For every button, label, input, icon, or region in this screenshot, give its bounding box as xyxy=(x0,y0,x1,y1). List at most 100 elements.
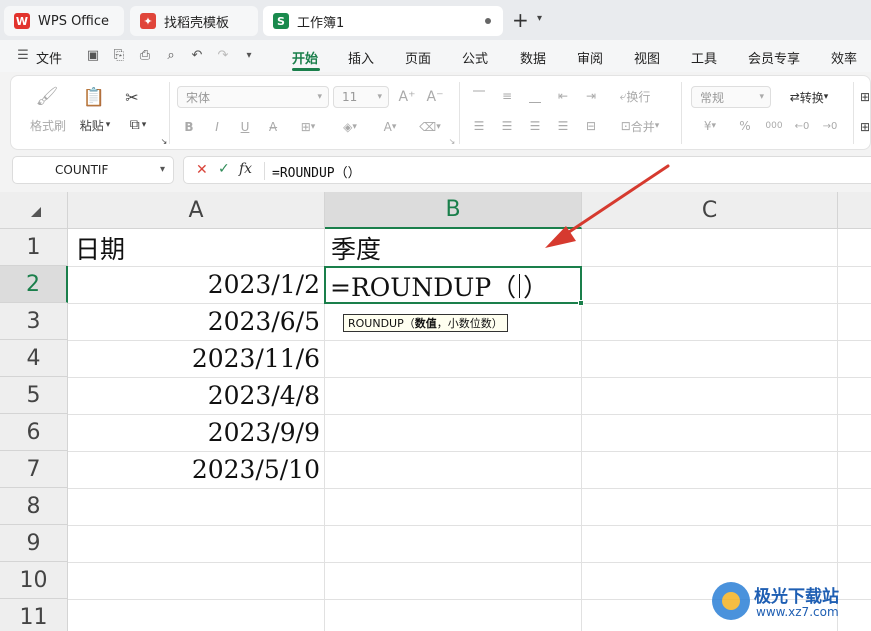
thousands-separator-button[interactable]: 000 xyxy=(763,116,785,136)
cell-a2[interactable]: 2023/1/2 xyxy=(69,266,324,303)
tab-workbook[interactable]: S 工作簿1 xyxy=(263,6,503,36)
chevron-down-icon[interactable]: ▾ xyxy=(537,13,542,24)
cell-a7[interactable]: 2023/5/10 xyxy=(69,451,324,488)
fill-color-icon[interactable]: ◈ ▾ xyxy=(333,116,367,138)
row-header[interactable]: 5 xyxy=(0,377,68,414)
column-header-d[interactable] xyxy=(838,192,871,229)
conditional-format-icon[interactable]: ⊞ xyxy=(859,116,871,138)
confirm-icon[interactable]: ✓ xyxy=(218,161,230,177)
clear-format-icon[interactable]: ⌫ ▾ xyxy=(413,116,447,138)
row-header[interactable]: 11 xyxy=(0,599,68,631)
increase-decimal-icon[interactable]: ←0 xyxy=(791,116,813,136)
tab-docer-templates[interactable]: ✦ 找稻壳模板 xyxy=(130,6,258,36)
row-header[interactable]: 9 xyxy=(0,525,68,562)
name-box[interactable]: COUNTIF ▾ xyxy=(12,156,174,184)
wrap-text-button[interactable]: ⤶ 换行 xyxy=(609,86,661,106)
row-header[interactable]: 6 xyxy=(0,414,68,451)
menu-tab-insert[interactable]: 插入 xyxy=(348,48,374,67)
format-painter-button[interactable]: 格式刷 xyxy=(25,116,71,134)
expand-corner-icon[interactable]: ↘ xyxy=(159,136,169,146)
row-header[interactable]: 7 xyxy=(0,451,68,488)
font-name-select[interactable]: 宋体 ▾ xyxy=(177,86,329,108)
decrease-indent-icon[interactable]: ⇤ xyxy=(553,86,573,106)
row-header[interactable]: 10 xyxy=(0,562,68,599)
font-size-select[interactable]: 11 ▾ xyxy=(333,86,389,108)
menu-tab-review[interactable]: 审阅 xyxy=(577,48,603,67)
font-color-icon[interactable]: A ▾ xyxy=(373,116,407,138)
print-preview-icon[interactable]: ⌕ xyxy=(162,46,180,64)
copy-icon[interactable]: ⧉ ▾ xyxy=(121,114,155,136)
redo-icon[interactable]: ↷ xyxy=(214,46,232,64)
export-icon[interactable]: ⎘ xyxy=(110,46,128,64)
undo-icon[interactable]: ↶ xyxy=(188,46,206,64)
insert-function-icon[interactable]: fx xyxy=(239,161,252,177)
currency-button[interactable]: ¥ ▾ xyxy=(695,116,725,136)
menu-tab-formula[interactable]: 公式 xyxy=(462,48,488,67)
chevron-down-icon[interactable]: ▾ xyxy=(160,164,165,175)
menu-tab-tools[interactable]: 工具 xyxy=(691,48,717,67)
chevron-down-icon[interactable]: ▾ xyxy=(240,46,258,64)
percent-button[interactable]: % xyxy=(735,116,755,136)
unsaved-dot-icon[interactable] xyxy=(485,18,491,24)
convert-button[interactable]: ⇄ 转换 ▾ xyxy=(777,86,841,108)
increase-font-icon[interactable]: A⁺ xyxy=(397,86,417,108)
align-top-icon[interactable]: ⎺ xyxy=(469,86,489,106)
row-header[interactable]: 8 xyxy=(0,488,68,525)
border-icon[interactable]: ⊞ ▾ xyxy=(291,116,325,138)
cell-a3[interactable]: 2023/6/5 xyxy=(69,303,324,340)
paste-button[interactable]: 粘贴 ▾ xyxy=(75,116,115,134)
strikethrough-icon[interactable]: A̶ xyxy=(263,116,283,138)
menu-tab-home[interactable]: 开始 xyxy=(292,48,318,67)
tab-wps-office[interactable]: W WPS Office xyxy=(4,6,124,36)
align-left-icon[interactable]: ☰ xyxy=(469,116,489,136)
formula-bar[interactable]: ✕ ✓ fx =ROUNDUP（） xyxy=(183,156,871,184)
table-style-icon[interactable]: ⊞ xyxy=(859,86,871,108)
formula-input[interactable]: =ROUNDUP（） xyxy=(272,162,361,181)
menu-file[interactable]: 文件 xyxy=(36,48,62,67)
menu-tab-member[interactable]: 会员专享 xyxy=(748,48,800,67)
italic-button[interactable]: I xyxy=(207,116,227,138)
align-center-icon[interactable]: ☰ xyxy=(497,116,517,136)
new-tab-button[interactable]: + xyxy=(512,10,529,30)
decrease-font-icon[interactable]: A⁻ xyxy=(425,86,445,108)
format-painter-icon[interactable]: 🖌 xyxy=(35,84,59,108)
menu-tab-page[interactable]: 页面 xyxy=(405,48,431,67)
bold-button[interactable]: B xyxy=(179,116,199,138)
row-header[interactable]: 1 xyxy=(0,229,68,266)
cell-a4[interactable]: 2023/11/6 xyxy=(69,340,324,377)
paste-icon[interactable]: 📋 xyxy=(81,84,107,110)
cancel-icon[interactable]: ✕ xyxy=(196,162,208,178)
column-header-c[interactable]: C xyxy=(582,192,838,229)
align-middle-icon[interactable]: ≡ xyxy=(497,86,517,106)
hamburger-menu-icon[interactable]: ☰ xyxy=(14,46,32,64)
merge-cells-button[interactable]: ⊡ 合并 ▾ xyxy=(609,116,671,136)
row-header[interactable]: 3 xyxy=(0,303,68,340)
cut-icon[interactable]: ✂ xyxy=(121,86,143,108)
distribute-icon[interactable]: ⊟ xyxy=(581,116,601,136)
cell-editor[interactable]: =ROUNDUP（ ） xyxy=(330,268,548,303)
number-format-select[interactable]: 常规 ▾ xyxy=(691,86,771,108)
column-header-a[interactable]: A xyxy=(68,192,325,229)
row-header[interactable]: 2 xyxy=(0,266,68,303)
save-icon[interactable]: ▣ xyxy=(84,46,102,64)
increase-indent-icon[interactable]: ⇥ xyxy=(581,86,601,106)
underline-button[interactable]: U xyxy=(235,116,255,138)
select-all-corner[interactable] xyxy=(0,192,68,229)
decrease-decimal-icon[interactable]: →0 xyxy=(819,116,841,136)
column-header-b[interactable]: B xyxy=(325,192,582,229)
cell-a6[interactable]: 2023/9/9 xyxy=(69,414,324,451)
menu-tab-view[interactable]: 视图 xyxy=(634,48,660,67)
align-bottom-icon[interactable]: ⎽ xyxy=(525,86,545,106)
print-icon[interactable]: ⎙ xyxy=(136,46,154,64)
expand-corner-icon[interactable]: ↘ xyxy=(447,136,457,146)
menu-tab-efficiency[interactable]: 效率 xyxy=(831,48,857,67)
cell-b1[interactable]: 季度 xyxy=(325,229,580,266)
fill-handle[interactable] xyxy=(578,300,584,306)
justify-icon[interactable]: ☰ xyxy=(553,116,573,136)
cell-a1[interactable]: 日期 xyxy=(69,229,324,266)
row-header[interactable]: 4 xyxy=(0,340,68,377)
align-right-icon[interactable]: ☰ xyxy=(525,116,545,136)
convert-label: 转换 xyxy=(799,90,824,105)
cell-a5[interactable]: 2023/4/8 xyxy=(69,377,324,414)
menu-tab-data[interactable]: 数据 xyxy=(520,48,546,67)
